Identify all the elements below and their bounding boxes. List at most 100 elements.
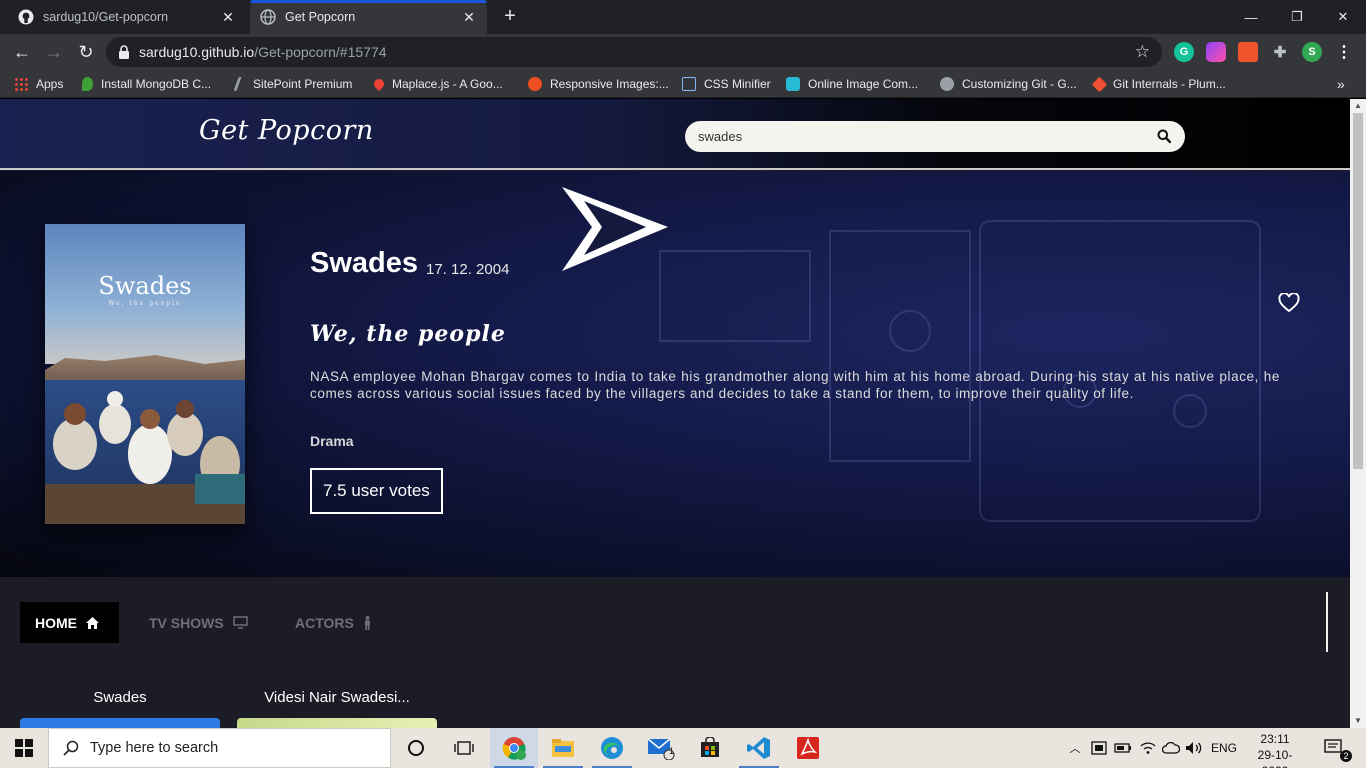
bookmark-label: CSS Minifier — [704, 77, 771, 91]
tab-actors[interactable]: ACTORS — [280, 602, 387, 643]
close-icon[interactable]: ✕ — [461, 9, 477, 25]
bookmark-git-internals[interactable]: Git Internals - Plum... — [1091, 70, 1226, 98]
bookmark-maplace[interactable]: Maplace.js - A Goo... — [371, 70, 503, 98]
acrobat-icon[interactable] — [784, 728, 832, 768]
movie-tagline: We, the people — [310, 321, 506, 347]
movie-poster[interactable]: Swades We, the people — [45, 224, 245, 524]
mongodb-leaf-icon — [82, 77, 93, 91]
css-icon — [682, 77, 696, 91]
result-card-thumbnail[interactable] — [20, 718, 220, 728]
divider — [1326, 592, 1328, 652]
volume-icon[interactable] — [1185, 728, 1203, 768]
screen: sardug10/Get-popcorn ✕ Get Popcorn ✕ + —… — [0, 0, 1366, 768]
bookmark-label: Git Internals - Plum... — [1113, 77, 1226, 91]
scroll-up-icon[interactable]: ▲ — [1350, 99, 1366, 113]
file-explorer-icon[interactable] — [539, 728, 587, 768]
input-language[interactable]: ENG — [1208, 728, 1240, 768]
back-arrow-icon[interactable]: ← — [8, 38, 36, 66]
map-pin-icon — [371, 76, 387, 92]
search-icon[interactable] — [1157, 129, 1172, 148]
browser-toolbar: ← → ↻ sardug10.github.io/Get-popcorn/#15… — [0, 34, 1366, 70]
result-card-title[interactable]: Videsi Nair Swadesi... — [237, 689, 437, 706]
bookmark-responsive-images[interactable]: Responsive Images:... — [528, 70, 669, 98]
results-section: HOME TV SHOWS ACTORS Swades Videsi Nair … — [0, 577, 1350, 728]
site-logo[interactable]: Get Popcorn — [199, 115, 374, 146]
restore-icon[interactable]: ❐ — [1274, 0, 1320, 34]
minimize-icon[interactable]: — — [1228, 0, 1274, 34]
windows-start-icon[interactable] — [0, 728, 48, 768]
battery-icon[interactable] — [1114, 728, 1132, 768]
chrome-taskbar-icon[interactable] — [490, 728, 538, 768]
onedrive-cloud-icon[interactable] — [1162, 728, 1180, 768]
wifi-icon[interactable] — [1139, 728, 1157, 768]
new-tab-button[interactable]: + — [498, 5, 522, 29]
globe-icon — [260, 9, 276, 25]
extension-grid-icon[interactable] — [1238, 42, 1258, 62]
grammarly-icon[interactable]: G — [1174, 42, 1194, 62]
tray-expand-chevron-icon[interactable]: ︿ — [1066, 728, 1084, 768]
bookmark-label: Online Image Com... — [808, 77, 919, 91]
pointer-arrow-icon — [562, 187, 668, 271]
bookmark-mongodb[interactable]: Install MongoDB C... — [82, 70, 211, 98]
menu-kebab-icon[interactable]: ⋮ — [1334, 42, 1354, 62]
window-close-icon[interactable]: ✕ — [1320, 0, 1366, 34]
scroll-down-icon[interactable]: ▼ — [1350, 714, 1366, 728]
sitepoint-icon — [233, 77, 248, 91]
bookmark-sitepoint[interactable]: SitePoint Premium — [233, 70, 353, 98]
bookmark-customizing-git[interactable]: Customizing Git - G... — [940, 70, 1077, 98]
taskbar-search-box[interactable]: Type here to search — [48, 728, 391, 768]
clock-date: 29-10-2020 — [1257, 748, 1293, 768]
vscode-icon[interactable] — [735, 728, 783, 768]
edge-icon[interactable] — [588, 728, 636, 768]
git-icon — [1091, 76, 1108, 92]
tray-app-icon[interactable] — [1090, 728, 1108, 768]
tab-tv-shows[interactable]: TV SHOWS — [134, 602, 263, 643]
store-icon[interactable] — [686, 728, 734, 768]
poster-tagline: We, the people — [108, 300, 182, 307]
movie-overview: NASA employee Mohan Bhargav comes to Ind… — [310, 369, 1280, 401]
clock-time: 23:11 — [1260, 732, 1290, 746]
browser-tab-get-popcorn[interactable]: Get Popcorn ✕ — [250, 0, 487, 34]
bookmark-label: Install MongoDB C... — [101, 77, 212, 91]
release-date: 17. 12. 2004 — [426, 261, 510, 278]
mail-icon[interactable]: 1 — [637, 728, 685, 768]
reload-icon[interactable]: ↻ — [72, 38, 100, 66]
browser-tabstrip: sardug10/Get-popcorn ✕ Get Popcorn ✕ + —… — [0, 0, 1366, 34]
more-bookmarks-chevron[interactable]: » — [1337, 70, 1345, 98]
task-view-icon[interactable] — [440, 728, 488, 768]
user-votes-badge: 7.5 user votes — [310, 468, 443, 514]
extension-paint-icon[interactable] — [1206, 42, 1226, 62]
bookmark-label: Maplace.js - A Goo... — [392, 77, 503, 91]
cortana-icon[interactable] — [392, 728, 440, 768]
lock-icon — [118, 45, 130, 59]
puzzle-extensions-icon[interactable]: ✚ — [1270, 42, 1290, 62]
heart-icon[interactable] — [1278, 292, 1300, 318]
movie-hero: Swades We, the people Swades 17. 12. 200… — [0, 171, 1350, 577]
tab-home[interactable]: HOME — [20, 602, 119, 643]
page-scrollbar[interactable]: ▲ ▼ — [1350, 99, 1366, 728]
result-card-title[interactable]: Swades — [20, 689, 220, 706]
responsive-images-icon — [528, 77, 542, 91]
scrollbar-thumb[interactable] — [1353, 113, 1363, 469]
bookmark-image-compressor[interactable]: Online Image Com... — [786, 70, 918, 98]
notification-icon[interactable]: 2 — [1316, 728, 1352, 768]
search-icon — [63, 740, 79, 756]
result-card-thumbnail[interactable] — [237, 718, 437, 728]
bookmark-css-minifier[interactable]: CSS Minifier — [682, 70, 771, 98]
search-input[interactable] — [698, 129, 1138, 144]
profile-avatar[interactable]: S — [1302, 42, 1322, 62]
tab-label: HOME — [35, 614, 77, 631]
address-bar[interactable]: sardug10.github.io/Get-popcorn/#15774 ☆ — [106, 37, 1162, 67]
search-bar[interactable] — [685, 121, 1185, 152]
bookmark-apps[interactable]: Apps — [14, 70, 63, 98]
browser-tab-github[interactable]: sardug10/Get-popcorn ✕ — [8, 0, 246, 34]
close-icon[interactable]: ✕ — [220, 9, 236, 25]
forward-arrow-icon[interactable]: → — [40, 38, 68, 66]
browser-tab-title: sardug10/Get-popcorn — [43, 10, 169, 24]
bookmark-star-icon[interactable]: ☆ — [1135, 42, 1150, 62]
tab-label: ACTORS — [295, 614, 354, 631]
movie-title: Swades — [310, 247, 418, 279]
github-icon — [18, 9, 34, 25]
bookmark-label: SitePoint Premium — [253, 77, 353, 91]
system-clock[interactable]: 23:11 29-10-2020 — [1246, 731, 1304, 768]
